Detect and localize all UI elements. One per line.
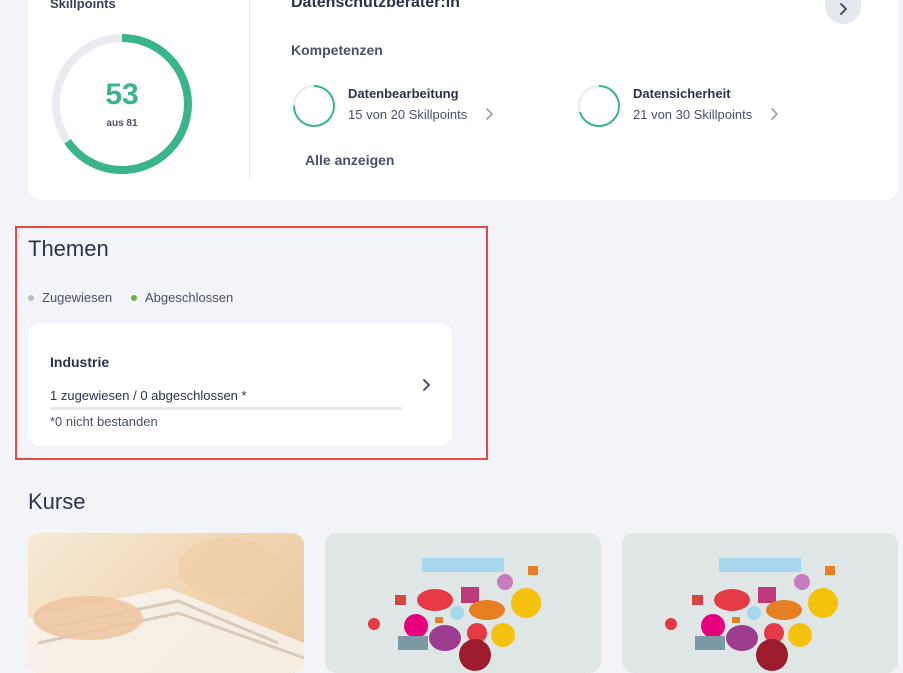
competency-name: Datenbearbeitung: [348, 86, 459, 101]
course-image-illustration: [368, 558, 541, 671]
show-all-link[interactable]: Alle anzeigen: [305, 152, 394, 168]
next-role-button[interactable]: [825, 0, 861, 24]
competency-datenbearbeitung[interactable]: Datenbearbeitung 15 von 20 Skillpoints: [291, 83, 511, 129]
course-image-illustration: [665, 558, 838, 671]
skills-card: Skillpoints 53 aus 81 Datenschutzberater…: [28, 0, 898, 200]
highlight-box: [15, 226, 488, 460]
competency-points: 15 von 20 Skillpoints: [348, 107, 468, 122]
skillpoints-ring: 53 aus 81: [48, 30, 196, 178]
competency-name: Datensicherheit: [633, 86, 731, 101]
chevron-right-icon: [771, 108, 778, 120]
divider: [249, 0, 250, 180]
competency-progress-ring: [578, 85, 620, 127]
chevron-right-icon: [486, 108, 493, 120]
chevron-right-icon: [840, 3, 847, 15]
skillpoints-total: aus 81: [106, 118, 138, 129]
competency-datensicherheit[interactable]: Datensicherheit 21 von 30 Skillpoints: [576, 83, 796, 129]
course-card[interactable]: [622, 533, 898, 673]
course-card[interactable]: [325, 533, 601, 673]
course-card[interactable]: [28, 533, 304, 673]
kurse-title: Kurse: [28, 489, 86, 514]
skillpoints-value: 53: [105, 78, 139, 111]
course-image-keyboard: [28, 538, 304, 673]
competencies-label: Kompetenzen: [291, 42, 383, 58]
competency-points: 21 von 30 Skillpoints: [633, 107, 753, 122]
role-title: Datenschutzberater:in: [291, 0, 460, 11]
skillpoints-label: Skillpoints: [50, 0, 116, 11]
competency-progress-ring: [293, 85, 335, 127]
